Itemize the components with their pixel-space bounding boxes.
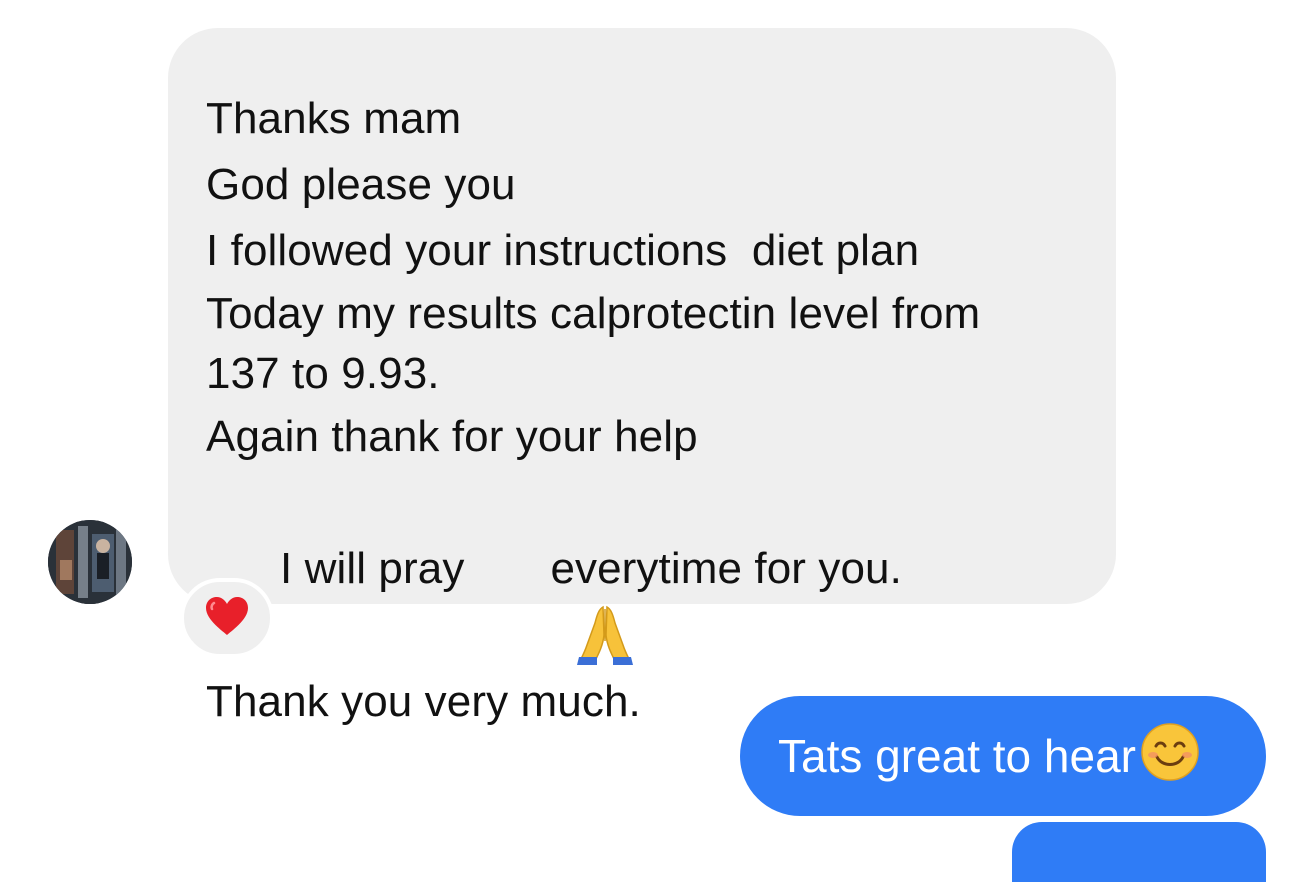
message-line: Again thank for your help xyxy=(206,412,698,461)
next-outgoing-bubble[interactable] xyxy=(1012,822,1266,882)
chat-thread: Thanks mam God please you I followed you… xyxy=(0,0,1290,882)
red-heart-icon xyxy=(204,595,250,642)
message-line: 137 to 9.93. xyxy=(206,349,440,398)
outgoing-message-bubble[interactable]: Tats great to hear xyxy=(740,696,1266,816)
message-line: I followed your instructions diet plan xyxy=(206,226,920,275)
heart-reaction[interactable] xyxy=(180,578,274,658)
message-line: Today my results calprotectin level from xyxy=(206,289,981,338)
message-text: I will pray xyxy=(279,544,465,593)
message-line: Thanks mam xyxy=(206,94,462,143)
message-line: God please you xyxy=(206,160,516,209)
outgoing-message-text: Tats great to hear xyxy=(778,730,1136,782)
message-text: everytime for you. xyxy=(550,544,902,593)
incoming-message-bubble[interactable]: Thanks mam God please you I followed you… xyxy=(168,28,1116,726)
message-line-with-emoji: I will pray everytime for you. xyxy=(206,470,1076,669)
folded-hands-emoji-icon xyxy=(474,535,634,666)
sender-avatar[interactable] xyxy=(48,520,132,604)
smiling-face-emoji-icon xyxy=(1140,722,1200,782)
